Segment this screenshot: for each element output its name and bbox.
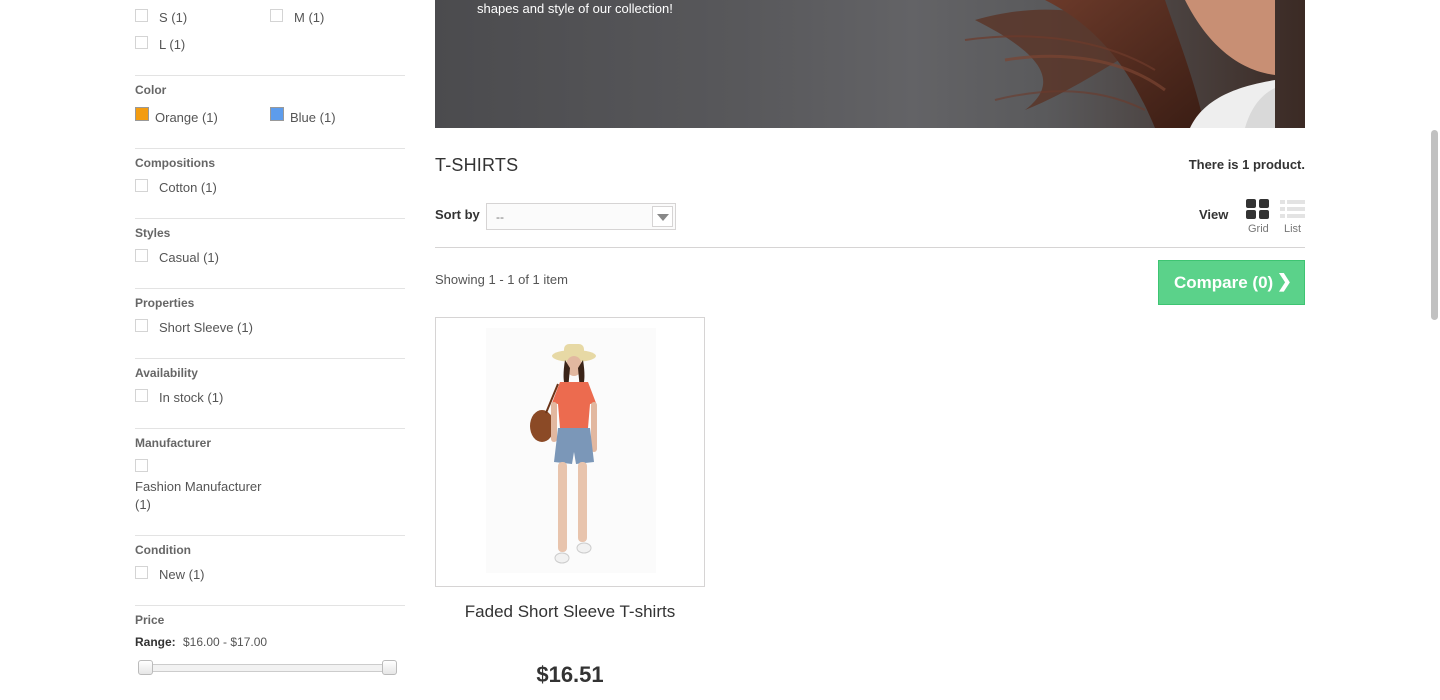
product-image[interactable] <box>436 318 704 586</box>
sort-by-select[interactable]: -- <box>486 203 676 230</box>
in-stock-label[interactable]: In stock (1) <box>159 390 223 405</box>
category-title: T-SHIRTS <box>435 155 519 175</box>
sort-by-value: -- <box>496 210 504 224</box>
grid-view-label[interactable]: Grid <box>1248 223 1269 235</box>
short-sleeve-checkbox[interactable] <box>135 319 148 332</box>
divider <box>135 358 405 359</box>
product-price: $16.51 <box>536 662 604 687</box>
price-heading: Price <box>135 613 165 627</box>
cotton-label[interactable]: Cotton (1) <box>159 180 217 195</box>
availability-heading: Availability <box>135 366 198 380</box>
divider <box>135 75 405 76</box>
casual-label[interactable]: Casual (1) <box>159 250 219 265</box>
size-l-checkbox[interactable] <box>135 36 148 49</box>
size-m-checkbox[interactable] <box>270 9 283 22</box>
product-image-container[interactable] <box>435 317 705 587</box>
divider <box>135 605 405 606</box>
casual-checkbox[interactable] <box>135 249 148 262</box>
compare-label: Compare (0) <box>1174 273 1274 292</box>
banner-text: shapes and style of our collection! <box>477 1 673 16</box>
in-stock-checkbox[interactable] <box>135 389 148 402</box>
page-scrollbar-thumb[interactable] <box>1431 130 1438 320</box>
styles-heading: Styles <box>135 226 171 240</box>
size-l-label[interactable]: L (1) <box>159 37 185 52</box>
showing-count: Showing 1 - 1 of 1 item <box>435 272 568 287</box>
view-label: View <box>1199 207 1229 222</box>
model-hair-image <box>964 0 1275 128</box>
sort-by-label: Sort by <box>435 207 480 222</box>
category-banner: shapes and style of our collection! <box>435 0 1305 128</box>
size-m-label[interactable]: M (1) <box>294 10 324 25</box>
size-s-label[interactable]: S (1) <box>159 10 187 25</box>
new-condition-label[interactable]: New (1) <box>159 567 205 582</box>
orange-color-label[interactable]: Orange (1) <box>155 110 218 125</box>
fashion-manufacturer-count[interactable]: (1) <box>135 497 151 512</box>
price-range-label: Range: <box>135 635 176 649</box>
list-view-icon[interactable] <box>1280 199 1306 220</box>
divider <box>135 218 405 219</box>
blue-color-swatch[interactable] <box>270 107 284 121</box>
price-min-slider-handle[interactable] <box>138 660 153 675</box>
compare-button[interactable]: Compare (0) ❯ <box>1158 260 1305 305</box>
price-range-value: $16.00 - $17.00 <box>183 635 268 649</box>
compositions-heading: Compositions <box>135 156 215 170</box>
product-count: There is 1 product. <box>1188 157 1305 172</box>
manufacturer-heading: Manufacturer <box>135 436 212 450</box>
fashion-manufacturer-checkbox[interactable] <box>135 459 148 472</box>
divider <box>135 288 405 289</box>
list-view-label[interactable]: List <box>1284 223 1301 235</box>
product-name-link[interactable]: Faded Short Sleeve T-shirts <box>435 602 705 622</box>
new-condition-checkbox[interactable] <box>135 566 148 579</box>
properties-heading: Properties <box>135 296 195 310</box>
condition-heading: Condition <box>135 543 191 557</box>
cotton-checkbox[interactable] <box>135 179 148 192</box>
chevron-down-icon[interactable] <box>652 206 673 227</box>
blue-color-label[interactable]: Blue (1) <box>290 110 336 125</box>
divider <box>135 535 405 536</box>
fashion-manufacturer-label[interactable]: Fashion Manufacturer <box>135 479 261 494</box>
orange-color-swatch[interactable] <box>135 107 149 121</box>
divider <box>135 148 405 149</box>
color-heading: Color <box>135 83 167 97</box>
price-max-slider-handle[interactable] <box>382 660 397 675</box>
grid-view-icon[interactable] <box>1246 199 1270 220</box>
short-sleeve-label[interactable]: Short Sleeve (1) <box>159 320 253 335</box>
size-s-checkbox[interactable] <box>135 9 148 22</box>
chevron-right-icon: ❯ <box>1276 271 1292 291</box>
toolbar-divider <box>435 247 1305 248</box>
price-range-slider-track[interactable] <box>143 664 393 672</box>
divider <box>135 428 405 429</box>
